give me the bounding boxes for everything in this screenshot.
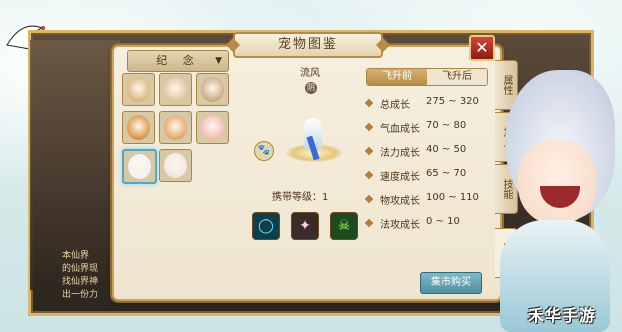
stat-label: 法力成长 <box>380 148 420 159</box>
category-value: 纪 念 <box>156 54 200 67</box>
background-chat: 本仙界 的仙界现 找仙界神 出一份力 <box>62 250 116 302</box>
stat-label: 物攻成长 <box>380 196 420 207</box>
pet-portrait <box>128 154 151 179</box>
skill-glyph: ✦ <box>299 218 311 234</box>
stat-range: 65 ~ 70 <box>426 168 467 179</box>
stat-label: 总成长 <box>380 100 410 111</box>
ascension-tabs: 飞升前 飞升后 <box>366 68 488 86</box>
skill-glyph: ☠ <box>337 218 351 234</box>
pet-portrait <box>164 77 187 102</box>
pet-portrait <box>201 77 224 102</box>
pet-slot[interactable] <box>122 73 155 106</box>
pet-portrait <box>127 115 150 140</box>
pet-slot[interactable] <box>196 111 229 144</box>
window-title: 宠物图鉴 <box>233 32 383 58</box>
stat-row: 气血成长 70 ~ 80 <box>362 118 486 142</box>
stat-row: 总成长 275 ~ 320 <box>362 94 486 118</box>
chat-line: 找仙界神 <box>62 277 99 287</box>
pet-slot[interactable] <box>159 149 192 182</box>
stat-row: 物攻成长 100 ~ 110 <box>362 190 486 214</box>
chevron-down-icon: ▼ <box>215 56 222 66</box>
chat-line: 本仙界 <box>62 251 90 261</box>
diamond-bullet-icon <box>364 218 374 228</box>
stat-row: 法攻成长 0 ~ 10 <box>362 214 486 238</box>
close-button[interactable]: ✕ <box>469 35 495 61</box>
mascot-face <box>518 140 596 224</box>
diamond-bullet-icon <box>364 98 374 108</box>
pet-portrait <box>164 115 187 140</box>
diamond-bullet-icon <box>364 170 374 180</box>
carry-level-label: 携带等级：1 <box>272 192 329 203</box>
pet-slot[interactable] <box>122 149 157 184</box>
paw-icon[interactable]: 🐾 <box>254 141 274 161</box>
pet-name: 流风 <box>300 68 320 79</box>
pet-preview <box>282 118 346 166</box>
stat-range: 100 ~ 110 <box>426 192 479 203</box>
stat-range: 0 ~ 10 <box>426 216 460 227</box>
skill-glyph: ◯ <box>258 218 274 234</box>
pet-slot[interactable] <box>196 73 229 106</box>
stat-row: 法力成长 40 ~ 50 <box>362 142 486 166</box>
chat-line: 的仙界现 <box>62 264 99 274</box>
mascot-character <box>490 70 622 332</box>
strike-skill-icon[interactable]: ✦ <box>291 212 319 240</box>
stat-range: 40 ~ 50 <box>426 144 467 155</box>
pet-portrait <box>201 115 224 140</box>
pet-portrait <box>164 153 187 178</box>
stat-label: 法攻成长 <box>380 220 420 231</box>
stat-range: 275 ~ 320 <box>426 96 479 107</box>
market-buy-button[interactable]: 集市购买 <box>420 272 482 294</box>
growth-stats: 总成长 275 ~ 320 气血成长 70 ~ 80 法力成长 40 ~ 50 速度成长 65… <box>362 94 486 238</box>
diamond-bullet-icon <box>364 194 374 204</box>
pet-portrait <box>127 77 150 102</box>
chat-line: 出一份力 <box>62 290 99 300</box>
tab-after-ascension[interactable]: 飞升后 <box>427 69 487 85</box>
stat-range: 70 ~ 80 <box>426 120 467 131</box>
stat-label: 气血成长 <box>380 124 420 135</box>
pet-grid <box>122 73 232 184</box>
diamond-bullet-icon <box>364 146 374 156</box>
poison-skill-icon[interactable]: ☠ <box>330 212 358 240</box>
diamond-bullet-icon <box>364 122 374 132</box>
water-orb-skill-icon[interactable]: ◯ <box>252 212 280 240</box>
category-dropdown[interactable]: 纪 念 ▼ <box>127 50 229 72</box>
tab-before-ascension[interactable]: 飞升前 <box>367 69 427 85</box>
pet-slot[interactable] <box>122 111 155 144</box>
yin-badge-icon: 阴 <box>305 82 317 94</box>
pet-slot[interactable] <box>159 73 192 106</box>
stat-row: 速度成长 65 ~ 70 <box>362 166 486 190</box>
stat-label: 速度成长 <box>380 172 420 183</box>
pet-slot[interactable] <box>159 111 192 144</box>
watermark: 禾华手游 <box>528 306 597 325</box>
